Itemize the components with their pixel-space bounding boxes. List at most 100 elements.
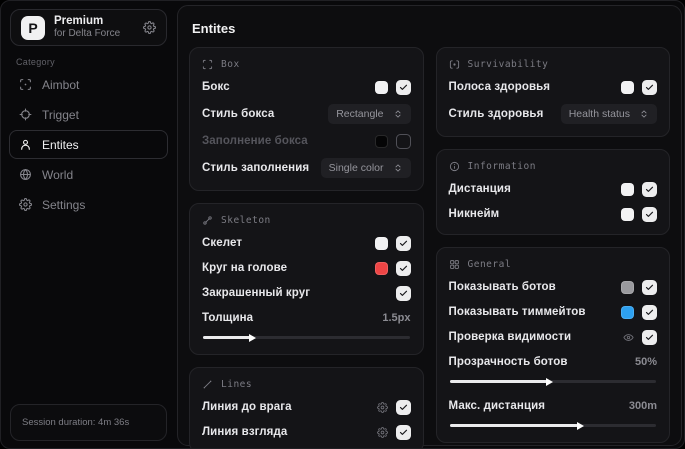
card-title: General <box>467 259 512 270</box>
unfold-icon <box>639 109 649 119</box>
checkbox[interactable] <box>395 424 411 440</box>
checkbox[interactable] <box>395 260 411 276</box>
slider-value: 50% <box>634 356 657 368</box>
health-style-select[interactable]: Health status <box>560 104 657 124</box>
bone-icon <box>202 215 213 226</box>
category-label: Category <box>16 57 55 67</box>
brand-logo: P <box>21 15 45 40</box>
box-icon <box>202 59 213 70</box>
crosshair-icon <box>19 108 32 121</box>
row-distance: Дистанция <box>449 181 657 197</box>
checkbox[interactable] <box>395 235 411 251</box>
sidebar-item-world[interactable]: World <box>9 160 168 189</box>
slider-thumb[interactable] <box>249 333 257 342</box>
row-box: Бокс <box>202 79 411 95</box>
fill-style-select[interactable]: Single color <box>320 158 411 178</box>
app-window: P Premium for Delta Force Category Aimbo… <box>0 0 685 449</box>
sidebar-item-settings[interactable]: Settings <box>9 190 168 219</box>
sidebar-item-label: Trigget <box>42 107 79 122</box>
main-panel: Entites Box Бокс Стиль бокса Rectangle З… <box>177 5 682 448</box>
checkbox[interactable] <box>642 304 657 320</box>
box-style-select[interactable]: Rectangle <box>328 104 411 124</box>
row-fill-style: Стиль заполнения Single color <box>202 158 411 178</box>
card-survivability: Survivability Полоса здоровья Стиль здор… <box>435 47 670 137</box>
slider-thumb[interactable] <box>576 421 584 430</box>
line-icon <box>202 379 213 390</box>
sidebar-item-trigget[interactable]: Trigget <box>9 100 168 129</box>
card-lines: Lines Линия до врага Линия взгляда <box>189 367 424 448</box>
checkbox[interactable] <box>395 399 411 415</box>
row-health-bar: Полоса здоровья <box>449 79 657 95</box>
row-filled-circle: Закрашенный круг <box>202 285 411 301</box>
checkbox[interactable] <box>642 279 657 295</box>
checkbox[interactable] <box>642 206 657 222</box>
card-title: Box <box>221 59 240 70</box>
eye-icon[interactable] <box>623 332 634 343</box>
row-line-of-sight: Линия взгляда <box>202 424 411 440</box>
color-swatch[interactable] <box>374 236 388 250</box>
slider-thumb[interactable] <box>545 377 553 386</box>
checkbox[interactable] <box>642 79 657 95</box>
checkbox[interactable] <box>395 133 411 149</box>
color-swatch[interactable] <box>374 80 388 94</box>
row-visibility-check: Проверка видимости <box>449 329 657 345</box>
card-title: Information <box>467 161 536 172</box>
vitals-icon <box>449 59 460 70</box>
sidebar-item-label: Entites <box>42 137 79 152</box>
brand-card: P Premium for Delta Force <box>10 9 167 46</box>
color-swatch[interactable] <box>374 134 388 148</box>
sidebar-item-label: Aimbot <box>42 77 80 92</box>
checkbox[interactable] <box>642 181 657 197</box>
aimbot-icon <box>19 78 32 91</box>
sidebar-nav: Aimbot Trigget Entites World Settings <box>9 70 168 219</box>
color-swatch[interactable] <box>621 280 634 294</box>
grid-icon <box>449 259 460 270</box>
sidebar-item-label: Settings <box>42 197 86 212</box>
row-max-distance: Макс. дистанция 300m <box>449 398 657 430</box>
checkbox[interactable] <box>395 79 411 95</box>
sidebar-item-aimbot[interactable]: Aimbot <box>9 70 168 99</box>
unfold-icon <box>393 109 403 119</box>
row-show-teammates: Показывать тиммейтов <box>449 304 657 320</box>
card-title: Skeleton <box>221 215 271 226</box>
row-box-fill: Заполнение бокса <box>202 133 411 149</box>
max-distance-slider[interactable] <box>449 421 656 430</box>
row-show-bots: Показывать ботов <box>449 279 657 295</box>
sidebar: P Premium for Delta Force Category Aimbo… <box>1 1 176 448</box>
checkbox[interactable] <box>642 329 657 345</box>
info-icon <box>449 161 460 172</box>
slider-value: 1.5px <box>382 312 411 324</box>
gear-icon[interactable] <box>377 427 388 438</box>
sidebar-item-label: World <box>42 167 74 182</box>
bot-opacity-slider[interactable] <box>449 377 656 386</box>
session-duration-label: Session duration: 4m 36s <box>22 417 130 428</box>
row-health-style: Стиль здоровья Health status <box>449 104 657 124</box>
row-bot-opacity: Прозрачность ботов 50% <box>449 354 657 386</box>
card-general: General Показывать ботов Показывать тимм… <box>435 247 670 443</box>
color-swatch[interactable] <box>621 305 634 319</box>
brand-settings-icon[interactable] <box>143 21 156 34</box>
sidebar-item-entites[interactable]: Entites <box>9 130 168 159</box>
card-title: Lines <box>221 379 253 390</box>
card-information: Information Дистанция Никнейм <box>435 149 670 235</box>
brand-subtitle: for Delta Force <box>54 28 121 40</box>
person-icon <box>19 138 32 151</box>
color-swatch[interactable] <box>621 182 634 196</box>
page-title: Entites <box>192 21 236 36</box>
gear-icon[interactable] <box>377 402 388 413</box>
color-swatch[interactable] <box>621 80 634 94</box>
slider-value: 300m <box>628 400 657 412</box>
unfold-icon <box>393 163 403 173</box>
row-nickname: Никнейм <box>449 206 657 222</box>
row-line-to-enemy: Линия до врага <box>202 399 411 415</box>
card-title: Survivability <box>467 59 549 70</box>
brand-title: Premium <box>54 15 104 28</box>
checkbox[interactable] <box>395 285 411 301</box>
color-swatch[interactable] <box>374 261 388 275</box>
row-skeleton: Скелет <box>202 235 411 251</box>
color-swatch[interactable] <box>621 207 634 221</box>
thickness-slider[interactable] <box>203 333 410 342</box>
row-thickness: Толщина 1.5px <box>202 310 411 342</box>
globe-icon <box>19 168 32 181</box>
card-skeleton: Skeleton Скелет Круг на голове Закрашенн… <box>189 203 424 355</box>
